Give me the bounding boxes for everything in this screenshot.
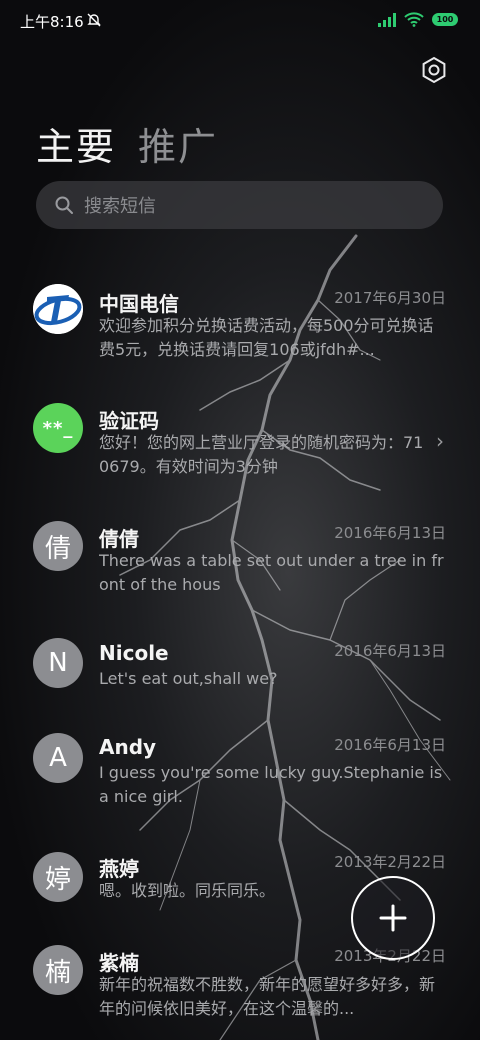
conversation-name: 紫楠 <box>99 951 139 975</box>
avatar: A <box>33 733 83 783</box>
avatar: 倩 <box>33 521 83 571</box>
conversation-preview: 您好！您的网上营业厅登录的随机密码为：710679。有效时间为3分钟 <box>99 433 424 476</box>
tab-primary[interactable]: 主要 <box>36 116 116 171</box>
status-icons: 100 <box>378 12 458 27</box>
conversation-name: 燕婷 <box>99 857 139 881</box>
conversation-date: 2017年6月30日 <box>334 289 446 307</box>
china-telecom-logo-icon <box>33 284 83 334</box>
conversation-preview: 新年的祝福数不胜数，新年的愿望好多好多，新年的问候依旧美好，在这个温馨的... <box>99 975 436 1018</box>
conversation-preview: There was a table set out under a tree i… <box>99 551 444 594</box>
avatar: N <box>33 638 83 688</box>
avatar <box>33 284 83 334</box>
conversation-item[interactable]: 倩 倩倩 2016年6月13日 There was a table set ou… <box>0 520 480 600</box>
search-placeholder: 搜索短信 <box>84 196 156 217</box>
hexagon-gear-icon <box>422 56 446 84</box>
signal-icon <box>378 12 396 27</box>
conversation-date: 2016年6月13日 <box>334 642 446 660</box>
folder-tabs: 主要 推广 <box>36 116 218 171</box>
avatar: 楠 <box>33 945 83 995</box>
conversation-name: Andy <box>99 735 157 759</box>
conversation-item[interactable]: 中国电信 2017年6月30日 欢迎参加积分兑换话费活动，每500分可兑换话费5… <box>0 280 480 370</box>
avatar: 婷 <box>33 852 83 902</box>
conversation-preview: Let's eat out,shall we? <box>99 669 278 688</box>
messages-screen: 上午8:16 100 主要 推广 搜索短信 中国电信 2017年6月30日 欢迎… <box>0 0 480 1040</box>
conversation-name: 倩倩 <box>99 527 139 551</box>
status-time: 上午8:16 <box>20 13 84 31</box>
conversation-item[interactable]: **_ 验证码 您好！您的网上营业厅登录的随机密码为：710679。有效时间为3… <box>0 403 480 483</box>
battery-indicator: 100 <box>432 13 458 26</box>
wifi-icon <box>404 12 424 27</box>
conversation-item[interactable]: A Andy 2016年6月13日 I guess you're some lu… <box>0 732 480 812</box>
status-bar: 上午8:16 100 <box>0 0 480 40</box>
chevron-right-icon[interactable]: › <box>436 429 444 453</box>
conversation-name: 中国电信 <box>99 292 179 316</box>
conversation-item[interactable]: N Nicole 2016年6月13日 Let's eat out,shall … <box>0 638 480 698</box>
plus-icon <box>379 904 407 932</box>
conversation-date: 2013年2月22日 <box>334 853 446 871</box>
conversation-date: 2016年6月13日 <box>334 524 446 542</box>
conversation-preview: I guess you're some lucky guy.Stephanie … <box>99 763 443 806</box>
search-bar[interactable]: 搜索短信 <box>36 181 443 229</box>
settings-button[interactable] <box>418 54 450 86</box>
conversation-name: Nicole <box>99 641 169 665</box>
compose-button[interactable] <box>351 876 435 960</box>
conversation-name: 验证码 <box>99 409 159 433</box>
tab-promotions[interactable]: 推广 <box>138 116 218 171</box>
conversation-date: 2016年6月13日 <box>334 736 446 754</box>
conversation-item[interactable]: 楠 紫楠 2013年2月22日 新年的祝福数不胜数，新年的愿望好多好多，新年的问… <box>0 945 480 1030</box>
search-icon <box>55 196 73 214</box>
mute-icon <box>87 13 101 27</box>
avatar: **_ <box>33 403 83 453</box>
conversation-preview: 欢迎参加积分兑换话费活动，每500分可兑换话费5元，兑换话费请回复106或jfd… <box>99 316 434 359</box>
